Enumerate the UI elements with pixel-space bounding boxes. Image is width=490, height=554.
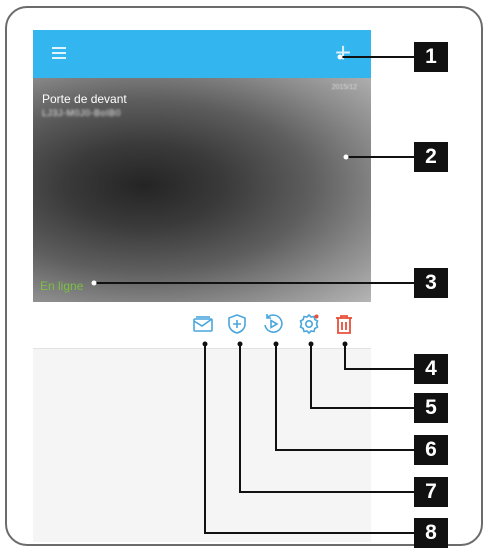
gear-icon[interactable]: [298, 313, 320, 335]
callout-4: 4: [414, 354, 448, 384]
callout-1: 1: [414, 42, 448, 72]
camera-name: Porte de devant: [42, 92, 127, 106]
callout-6: 6: [414, 435, 448, 465]
camera-action-bar: [33, 302, 371, 349]
camera-id: LJ3J-M0J0-BoIB0: [42, 108, 122, 118]
shield-icon[interactable]: [226, 313, 248, 335]
trash-icon[interactable]: [333, 313, 355, 335]
callout-5: 5: [414, 393, 448, 423]
callout-7: 7: [414, 477, 448, 507]
camera-preview[interactable]: Porte de devant LJ3J-M0J0-BoIB0 2015/12 …: [33, 78, 371, 302]
callout-8: 8: [414, 518, 448, 548]
status-label: En ligne: [40, 279, 84, 293]
message-icon[interactable]: [192, 313, 214, 335]
playback-icon[interactable]: [262, 313, 284, 335]
app-bar: +: [33, 30, 371, 78]
callout-2: 2: [414, 142, 448, 172]
app-screen: + Porte de devant LJ3J-M0J0-BoIB0 2015/1…: [33, 30, 371, 542]
camera-timestamp: 2015/12: [331, 84, 357, 91]
callout-3: 3: [414, 268, 448, 298]
menu-icon[interactable]: [52, 47, 66, 59]
add-camera-icon[interactable]: +: [329, 39, 357, 67]
